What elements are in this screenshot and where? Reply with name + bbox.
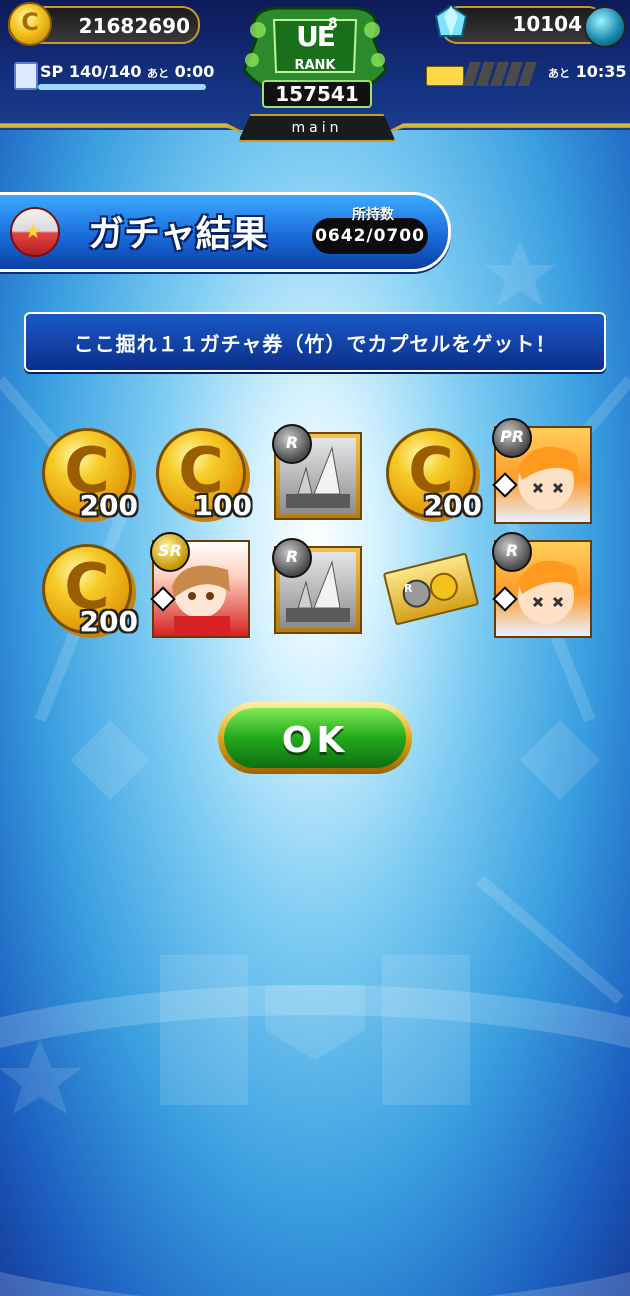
- rank-points: 157541: [262, 80, 372, 108]
- stamina-gauge: [462, 62, 548, 88]
- stamina-time: 10:35: [575, 62, 627, 81]
- stamina-time-prefix: あと: [548, 67, 570, 80]
- capsule-icon: ★: [10, 207, 60, 257]
- sp-time: 0:00: [174, 62, 215, 81]
- reward-item-character[interactable]: PR: [492, 418, 592, 524]
- reward-item-character[interactable]: SR: [150, 532, 250, 638]
- item-quantity: 200: [79, 605, 138, 638]
- sp-value: 140/140: [68, 62, 142, 81]
- reward-item-ticket[interactable]: R: [382, 546, 480, 642]
- page-title: ガチャ結果: [88, 214, 268, 255]
- rank-label: RANK: [294, 58, 336, 73]
- reward-item-character[interactable]: R: [492, 532, 592, 638]
- coin-count: 21682690: [78, 14, 190, 38]
- rarity-badge: R: [272, 538, 312, 578]
- ticket-icon: [426, 66, 464, 86]
- item-quantity: 200: [79, 489, 138, 522]
- stamina-timer: あと 10:35: [548, 62, 627, 81]
- rarity-badge: R: [272, 424, 312, 464]
- gem-count: 10104: [512, 12, 582, 36]
- rank-level: 8: [328, 16, 338, 32]
- result-message-banner: ここ掘れ１１ガチャ券（竹）でカプセルをゲット！: [24, 312, 606, 372]
- sp-time-prefix: あと: [147, 67, 170, 80]
- ticket-rarity: R: [404, 582, 413, 595]
- sp-label: SP: [40, 62, 64, 81]
- coin-icon: C: [8, 2, 52, 46]
- rarity-badge: SR: [150, 532, 190, 572]
- diamond-icon: [434, 4, 468, 37]
- owned-label: 所持数: [352, 207, 394, 223]
- gem-shop-icon[interactable]: [584, 6, 626, 48]
- item-quantity: 100: [193, 489, 252, 522]
- ok-button-label: OK: [281, 720, 349, 761]
- result-message: ここ掘れ１１ガチャ券（竹）でカプセルをゲット！: [73, 332, 557, 356]
- owned-count: 0642/0700: [315, 226, 425, 246]
- reward-item-coin[interactable]: C 100: [156, 428, 252, 524]
- item-quantity: 200: [423, 489, 482, 522]
- rarity-badge: R: [492, 532, 532, 572]
- reward-item-coin[interactable]: C 200: [386, 428, 482, 524]
- sp-progress-bar: [38, 84, 206, 90]
- ticket-icon: [382, 552, 480, 626]
- sp-status: SP 140/140 あと 0:00: [40, 62, 214, 81]
- sp-card-icon: [14, 62, 38, 90]
- reward-item-trophy[interactable]: R: [272, 424, 370, 528]
- rarity-badge: PR: [492, 418, 532, 458]
- reward-item-coin[interactable]: C 200: [42, 544, 138, 640]
- reward-item-trophy[interactable]: R: [272, 538, 370, 642]
- ok-button[interactable]: OK: [218, 702, 412, 774]
- mode-tab[interactable]: main: [238, 114, 396, 142]
- reward-item-coin[interactable]: C 200: [42, 428, 138, 524]
